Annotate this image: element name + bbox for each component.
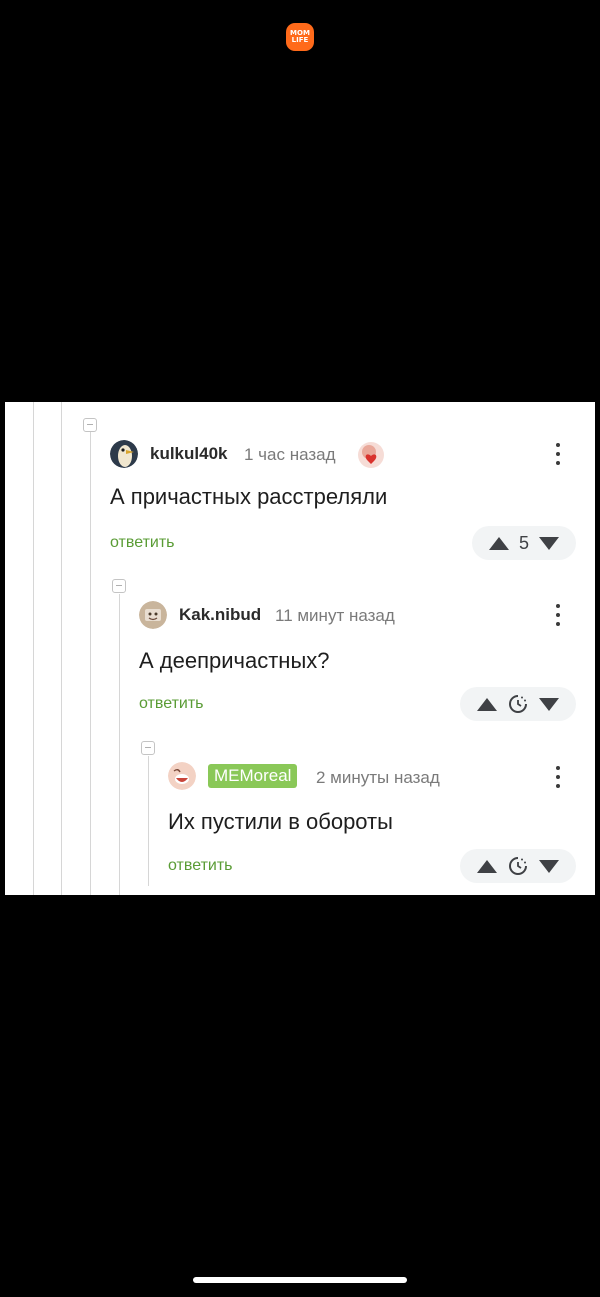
home-indicator[interactable] [193,1277,407,1283]
comment-kak-nibud: Kak.nibud 11 минут назад А деепричастных… [5,564,595,724]
upvote-icon[interactable] [477,859,498,873]
bird-avatar[interactable] [110,440,138,468]
photo-avatar[interactable] [139,601,167,629]
vote-control [460,849,576,883]
upvote-icon[interactable] [488,536,509,550]
comment-timestamp: 1 час назад [244,445,336,464]
comment-text: Их пустили в обороты [168,809,393,834]
comment-thread-card: kulkul40k 1 час назад А причастных расст… [5,402,595,895]
reply-button[interactable]: ответить [110,534,175,552]
upvote-icon[interactable] [477,697,498,711]
comment-text: А причастных расстреляли [110,484,388,509]
downvote-icon[interactable] [538,859,559,873]
logo-text-line2: LIFE [291,36,309,44]
momlife-logo: MOM LIFE [286,23,314,51]
more-options-icon[interactable] [553,604,563,630]
reply-button[interactable]: ответить [168,857,233,875]
comment-text: А деепричастных? [139,648,330,673]
comment-timestamp: 2 минуты назад [316,768,440,787]
vote-control: 5 [472,526,576,560]
vote-score: 5 [518,532,529,553]
reply-button[interactable]: ответить [139,695,204,713]
comment-author[interactable]: kulkul40k [150,444,228,464]
downvote-icon[interactable] [538,536,559,550]
downvote-icon[interactable] [538,697,559,711]
comment-timestamp: 11 минут назад [275,606,395,625]
timer-icon [509,857,527,875]
more-options-icon[interactable] [553,766,563,792]
comment-kulkul40k: kulkul40k 1 час назад А причастных расст… [5,402,595,562]
face-avatar[interactable] [168,762,196,790]
comment-author[interactable]: Kak.nibud [179,605,261,625]
more-options-icon[interactable] [553,443,563,469]
timer-icon [509,695,527,713]
comment-memoreal: MEMoreal 2 минуты назад Их пустили в обо… [5,726,595,895]
vote-control [460,687,576,721]
comment-author[interactable]: MEMoreal [208,764,298,788]
heart-award-icon [355,439,387,471]
